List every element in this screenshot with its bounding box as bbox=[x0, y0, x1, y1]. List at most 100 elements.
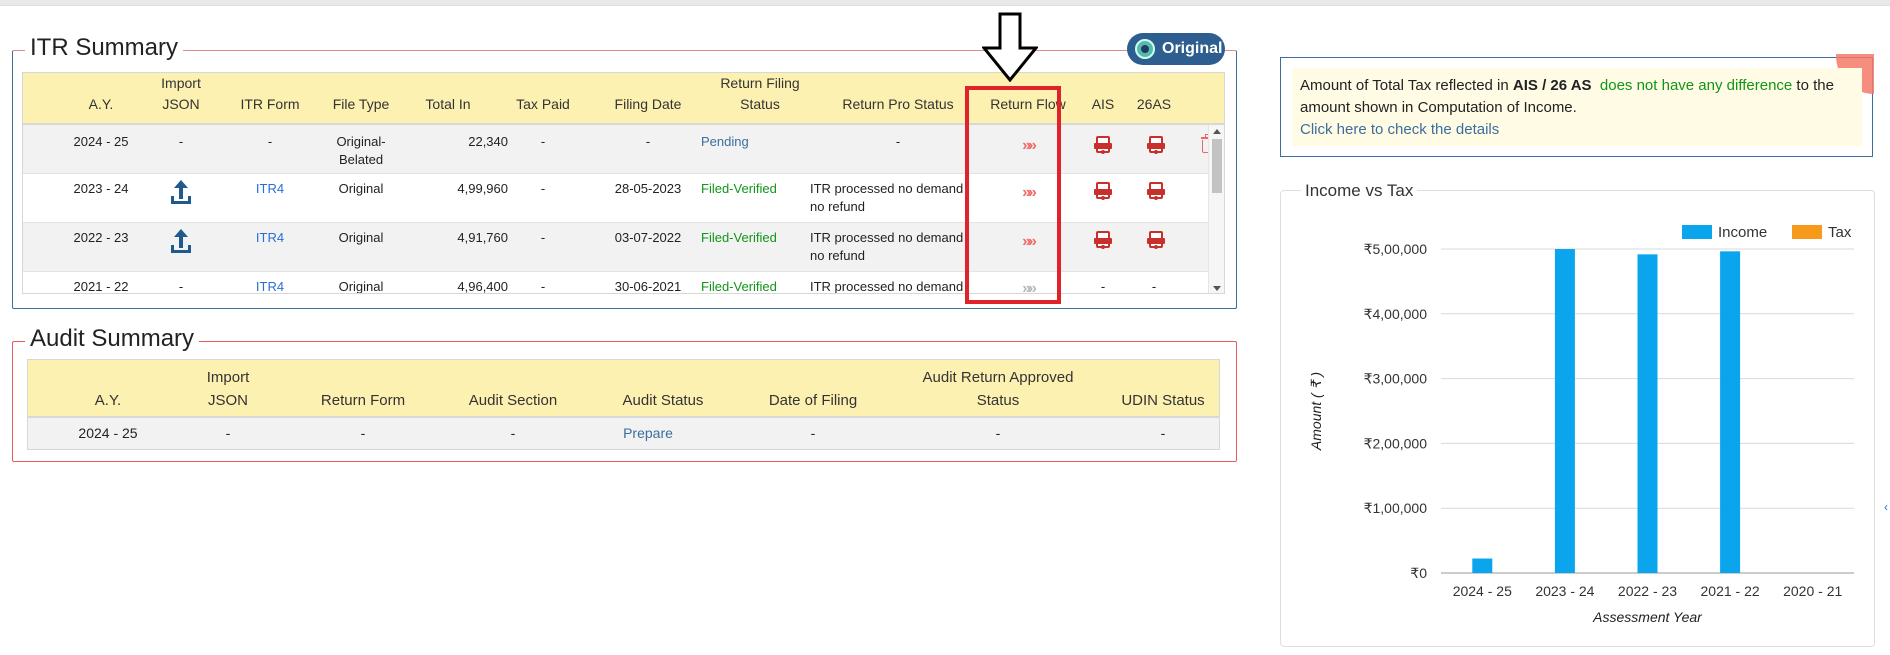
header-itr-form: ITR Form bbox=[240, 96, 300, 112]
cell-return-form: - bbox=[360, 425, 366, 441]
y-tick-label: ₹1,00,000 bbox=[1364, 500, 1428, 516]
bar-income bbox=[1720, 251, 1741, 573]
ais-pdf-icon[interactable] bbox=[1094, 182, 1112, 201]
audit-table-header: A.Y. Import JSON Return Form Audit Secti… bbox=[28, 360, 1219, 418]
audit-summary-title: Audit Summary bbox=[25, 325, 200, 353]
cell-tax-paid: - bbox=[540, 279, 546, 294]
header-date-of-filing: Date of Filing bbox=[768, 392, 858, 409]
chart-title: Income vs Tax bbox=[1301, 181, 1418, 201]
y-tick-label: ₹0 bbox=[1410, 565, 1427, 581]
table-row: 2024 - 25 - - - Prepare - - - bbox=[28, 418, 1219, 449]
header-26as: 26AS bbox=[1136, 96, 1172, 112]
cell-filing-status: Filed-Verified bbox=[701, 181, 777, 196]
cell-file-type: Original bbox=[338, 181, 384, 196]
cell-tax-paid: - bbox=[540, 181, 546, 196]
cell-itr-form[interactable]: ITR4 bbox=[230, 180, 310, 198]
down-arrow-icon bbox=[982, 12, 1038, 82]
cell-itr-form[interactable]: ITR4 bbox=[230, 229, 310, 247]
audit-table: A.Y. Import JSON Return Form Audit Secti… bbox=[27, 359, 1220, 450]
header-rfs-1: Return Filing bbox=[720, 75, 800, 91]
26as-pdf-icon[interactable] bbox=[1147, 231, 1165, 250]
upload-json-icon[interactable] bbox=[171, 229, 191, 253]
cell-filing-status[interactable]: Pending bbox=[697, 133, 797, 151]
scroll-down-icon[interactable] bbox=[1213, 286, 1221, 291]
cell-itr-form: - bbox=[267, 134, 273, 149]
itr-summary-title: ITR Summary bbox=[25, 34, 184, 62]
header-import-1: Import bbox=[161, 75, 201, 91]
ais-notice-bold: AIS / 26 AS bbox=[1512, 77, 1592, 94]
ais-notice-panel: Amount of Total Tax reflected in AIS / 2… bbox=[1280, 54, 1874, 157]
header-import-2: JSON bbox=[162, 96, 200, 112]
cell-approved-status: - bbox=[995, 425, 1001, 441]
x-tick-label: 2023 - 24 bbox=[1535, 583, 1594, 599]
ais-pdf-icon[interactable] bbox=[1094, 231, 1112, 250]
header-import-1: Import bbox=[206, 369, 250, 386]
cell-total-in: 4,96,400 bbox=[457, 279, 508, 294]
26as-pdf-icon[interactable] bbox=[1147, 136, 1165, 155]
cell-file-type: Original- bbox=[336, 134, 386, 149]
table-scrollbar[interactable] bbox=[1208, 125, 1224, 293]
cell-total-in: 4,91,760 bbox=[457, 230, 508, 245]
y-tick-label: ₹4,00,000 bbox=[1364, 306, 1428, 322]
header-return-pro-status: Return Pro Status bbox=[842, 96, 954, 112]
bar-income bbox=[1637, 254, 1658, 573]
x-tick-label: 2022 - 23 bbox=[1618, 583, 1677, 599]
header-audit-status: Audit Status bbox=[622, 392, 704, 409]
header-file-type: File Type bbox=[332, 96, 390, 112]
original-badge-label: Original bbox=[1162, 40, 1223, 57]
cell-itr-form[interactable]: ITR4 bbox=[230, 278, 310, 293]
y-axis-label: Amount ( ₹ ) bbox=[1308, 372, 1324, 451]
header-ais: AIS bbox=[1091, 96, 1115, 112]
header-tax-paid: Tax Paid bbox=[516, 96, 570, 112]
26as-pdf-icon[interactable] bbox=[1147, 182, 1165, 201]
ais-pdf-icon[interactable] bbox=[1094, 136, 1112, 155]
upload-json-icon[interactable] bbox=[171, 180, 191, 204]
header-approved-2: Status bbox=[976, 392, 1020, 409]
header-total-in: Total In bbox=[425, 96, 471, 112]
cell-26as: - bbox=[1151, 279, 1157, 294]
cell-file-type-2: Belated bbox=[338, 152, 384, 167]
x-tick-label: 2020 - 21 bbox=[1783, 583, 1842, 599]
header-rfs-2: Status bbox=[740, 96, 780, 112]
cell-pro-status-2: no refund bbox=[810, 248, 865, 263]
y-tick-label: ₹5,00,000 bbox=[1364, 241, 1428, 257]
cell-pro-status: ITR processed no demand bbox=[810, 279, 964, 294]
legend-swatch-income bbox=[1682, 225, 1712, 239]
cell-pro-status: ITR processed no demand bbox=[810, 181, 964, 196]
header-ay: A.Y. bbox=[88, 96, 114, 112]
chart-svg: ₹0 ₹1,00,000 ₹2,00,000 ₹3,00,000 ₹4,00,000 ₹5… bbox=[1308, 224, 1854, 625]
ais-notice: Amount of Total Tax reflected in AIS / 2… bbox=[1292, 68, 1862, 146]
cell-ay: 2023 - 24 bbox=[73, 181, 129, 196]
cell-tax-paid: - bbox=[540, 134, 546, 149]
header-udin-status: UDIN Status bbox=[1121, 392, 1205, 409]
income-vs-tax-chart: Income vs Tax ₹0 ₹1,00,000 ₹2,00,000 ₹3,00,… bbox=[1280, 181, 1875, 647]
cell-file-type: Original bbox=[338, 230, 384, 245]
x-tick-label: 2024 - 25 bbox=[1453, 583, 1512, 599]
header-approved-1: Audit Return Approved bbox=[922, 369, 1074, 386]
status-icon bbox=[1135, 39, 1155, 59]
cell-import-json: - bbox=[178, 279, 184, 294]
edge-indicator: ‹ bbox=[1884, 500, 1888, 514]
header-return-form: Return Form bbox=[320, 392, 406, 409]
header-filing-date: Filing Date bbox=[614, 96, 682, 112]
cell-filing-status: Filed-Verified bbox=[701, 279, 777, 294]
x-tick-label: 2021 - 22 bbox=[1701, 583, 1760, 599]
scroll-thumb[interactable] bbox=[1212, 139, 1222, 193]
y-tick-label: ₹2,00,000 bbox=[1364, 435, 1428, 451]
cell-ay: 2024 - 25 bbox=[78, 425, 138, 441]
header-audit-section: Audit Section bbox=[468, 392, 558, 409]
cell-import-json: - bbox=[225, 425, 231, 441]
prepare-link[interactable]: Prepare bbox=[583, 418, 713, 449]
top-bar bbox=[0, 0, 1890, 6]
cell-filing-status: Filed-Verified bbox=[701, 230, 777, 245]
check-details-link[interactable]: Click here to check the details bbox=[1300, 121, 1499, 138]
cell-ais: - bbox=[1100, 279, 1106, 294]
legend-label: Income bbox=[1718, 224, 1767, 241]
original-badge[interactable]: Original bbox=[1127, 33, 1225, 65]
cell-ay: 2021 - 22 bbox=[73, 279, 129, 294]
header-import-2: JSON bbox=[207, 392, 248, 409]
cell-ay: 2022 - 23 bbox=[73, 230, 129, 245]
cell-filing-date: - bbox=[645, 134, 651, 149]
scroll-up-icon[interactable] bbox=[1213, 129, 1221, 134]
ais-notice-highlight: does not have any difference bbox=[1599, 77, 1793, 94]
